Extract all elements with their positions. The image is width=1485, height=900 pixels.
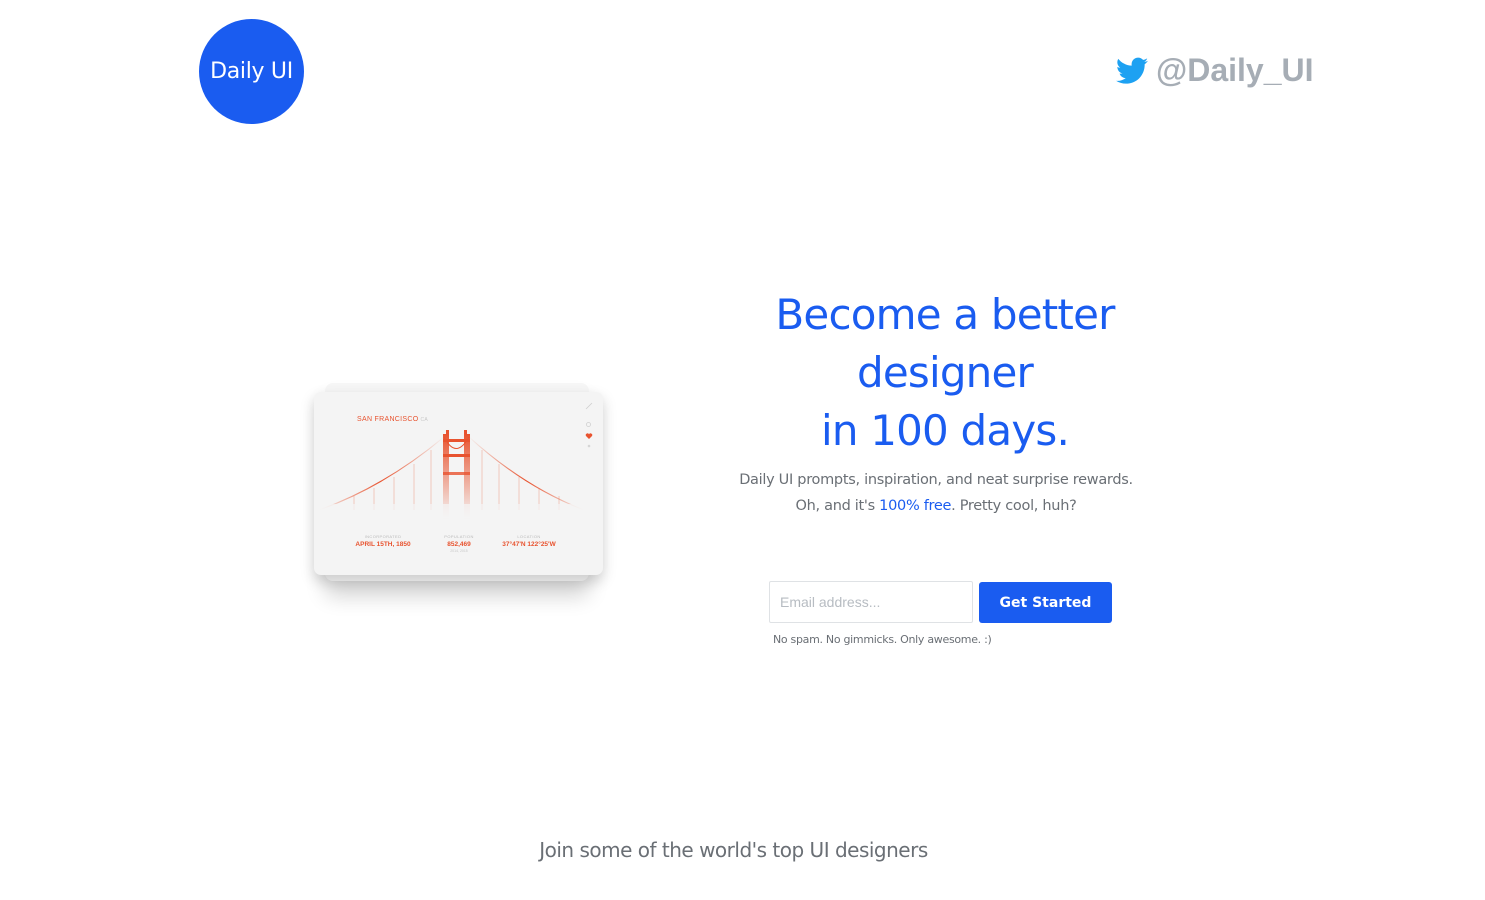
mockup-city: SAN FRANCISCO CA	[357, 416, 428, 423]
mockup-stat-population: POPULATION 852,469 2014, 2015	[435, 534, 483, 553]
daily-ui-logo[interactable]: Daily UI	[199, 19, 304, 124]
email-input[interactable]	[769, 581, 973, 623]
stat-label: POPULATION	[444, 534, 474, 539]
mockup-state: CA	[420, 417, 429, 423]
mockup-city-name: SAN FRANCISCO	[357, 416, 419, 423]
twitter-handle: @Daily_UI	[1156, 52, 1314, 88]
join-designers-heading: Join some of the world's top UI designer…	[539, 838, 928, 862]
get-started-button[interactable]: Get Started	[979, 582, 1112, 623]
stat-label: LOCATION	[517, 534, 541, 539]
mockup-stat-location: LOCATION 37°47'N 122°25'W	[494, 534, 564, 548]
search-icon[interactable]	[586, 422, 591, 427]
hero-headline: Become a better designer in 100 days.	[700, 286, 1190, 460]
stat-sub: 2014, 2015	[450, 549, 468, 553]
stat-value: 852,469	[447, 541, 471, 548]
description-line-1: Daily UI prompts, inspiration, and neat …	[739, 472, 1133, 488]
headline-line-2: in 100 days.	[820, 406, 1070, 455]
city-card-mockup: SAN FRANCISCO CA INCORPORATED APRIL 15TH,…	[314, 392, 603, 575]
hero-description: Daily UI prompts, inspiration, and neat …	[700, 467, 1172, 519]
twitter-link[interactable]: @Daily_UI	[1116, 52, 1313, 89]
description-line-2-suffix: . Pretty cool, huh?	[951, 498, 1077, 514]
stat-value: APRIL 15TH, 1850	[355, 541, 411, 548]
stat-label: INCORPORATED	[364, 534, 402, 539]
expand-icon[interactable]	[585, 402, 593, 410]
heart-icon[interactable]	[585, 433, 593, 439]
description-line-2-prefix: Oh, and it's	[795, 498, 880, 514]
twitter-bird-icon	[1116, 57, 1148, 84]
mockup-stat-incorporated: INCORPORATED APRIL 15TH, 1850	[352, 534, 414, 548]
landing-page: Daily UI @Daily_UI SAN FRANCISCO CA INCO…	[0, 0, 1485, 900]
share-icon[interactable]	[587, 444, 591, 448]
stat-value: 37°47'N 122°25'W	[502, 541, 556, 548]
free-link[interactable]: 100% free	[879, 498, 951, 514]
signup-fine-print: No spam. No gimmicks. Only awesome. :)	[773, 633, 992, 646]
headline-line-1: Become a better designer	[775, 290, 1115, 397]
